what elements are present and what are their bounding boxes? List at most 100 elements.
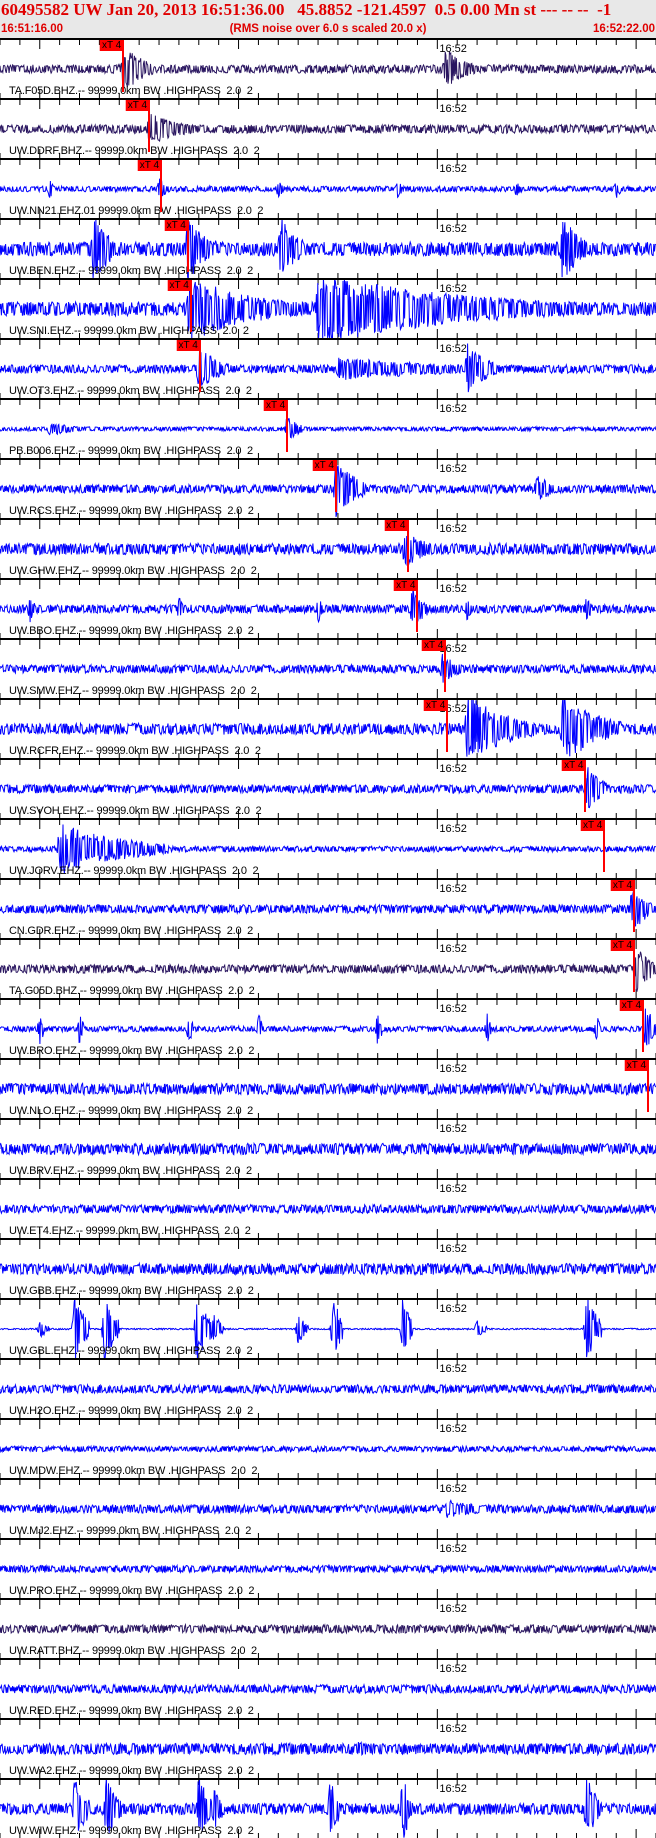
pick-marker[interactable]: xT 4 — [384, 520, 408, 531]
pick-marker[interactable]: xT 4 — [624, 1060, 649, 1071]
time-label: 16:52 — [439, 1363, 467, 1375]
pick-marker[interactable]: xT 4 — [167, 280, 191, 291]
time-label: 16:52 — [439, 583, 467, 595]
waveform-trace — [0, 887, 656, 927]
pick-marker[interactable]: xT 4 — [423, 700, 448, 711]
pick-marker[interactable]: xT 4 — [562, 760, 586, 771]
waveform-trace — [0, 1741, 656, 1757]
station-label: UW.RATT.BHZ.-- 99999.0km BW .HIGHPASS 2.… — [9, 1645, 257, 1657]
trace-panel: 16:52 UW.PRO.EHZ.-- 99999.0km BW .HIGHPAS… — [0, 1538, 656, 1598]
pick-marker[interactable]: xT 4 — [422, 640, 446, 651]
pick-line[interactable] — [603, 820, 606, 872]
pick-line[interactable] — [160, 160, 163, 212]
seismogram-panels: 16:52 TA.F05D.BHZ.-- 99999.0km BW .HIGHPA… — [0, 38, 656, 1838]
trace-panel: 16:52 UW.BEN.EHZ.-- 99999.0km BW .HIGHPAS… — [0, 218, 656, 278]
station-label: UW.H2O.EHZ.-- 99999.0km BW .HIGHPASS 2.0… — [9, 1405, 254, 1417]
pick-line[interactable] — [198, 340, 201, 392]
waveform-trace — [0, 51, 656, 89]
trace-panel: 16:52 UW.GHW.EHZ.-- 99999.0km BW .HIGHPAS… — [0, 518, 656, 578]
header-bar: 60495582 UW Jan 20, 2013 16:51:36.00 45.… — [0, 0, 656, 38]
pick-marker[interactable]: xT 4 — [619, 1000, 644, 1011]
waveform-trace — [0, 653, 656, 683]
time-label: 16:52 — [439, 1423, 467, 1435]
time-label: 16:52 — [439, 43, 467, 55]
pick-marker[interactable]: xT 4 — [610, 940, 635, 951]
time-label: 16:52 — [439, 103, 467, 115]
trace-panel: 16:52 UW.OT3.EHZ.-- 99999.0km BW .HIGHPAS… — [0, 338, 656, 398]
trace-panel: 16:52 UW.NN21.EHZ.01 99999.0km BW .HIGHPA… — [0, 158, 656, 218]
time-label: 16:52 — [439, 1303, 467, 1315]
waveform-trace — [0, 1382, 656, 1395]
trace-panel: 16:52 UW.MDW.EHZ.-- 99999.0km BW .HIGHPAS… — [0, 1418, 656, 1478]
time-label: 16:52 — [439, 823, 467, 835]
pick-marker[interactable]: xT 4 — [176, 340, 200, 351]
pick-line[interactable] — [186, 220, 189, 272]
trace-panel: 16:52 UW.RATT.BHZ.-- 99999.0km BW .HIGHPA… — [0, 1598, 656, 1658]
pick-line[interactable] — [122, 40, 125, 92]
waveform-trace — [0, 1008, 656, 1046]
pick-line[interactable] — [189, 280, 192, 332]
pick-line[interactable] — [633, 940, 636, 992]
pick-line[interactable] — [647, 1060, 650, 1112]
pick-line[interactable] — [642, 1000, 645, 1052]
trace-panel: 16:52 UW.ET4.EHZ.-- 99999.0km BW .HIGHPAS… — [0, 1178, 656, 1238]
station-label: UW.OT3.EHZ.-- 99999.0km BW .HIGHPASS 2.0… — [9, 385, 252, 397]
time-label: 16:52 — [439, 1243, 467, 1255]
station-label: UW.BEN.EHZ.-- 99999.0km BW .HIGHPASS 2.0… — [9, 265, 254, 277]
time-label: 16:52 — [439, 343, 467, 355]
trace-panel: 16:52 UW.GBL.EHZ.-- 99999.0km BW .HIGHPAS… — [0, 1298, 656, 1358]
pick-marker[interactable]: xT 4 — [164, 220, 188, 231]
station-label: UW.BRV.EHZ.-- 99999.0km BW .HIGHPASS 2.0… — [9, 1165, 252, 1177]
trace-panel: 16:52 UW.SNI.EHZ.-- 99999.0km BW .HIGHPAS… — [0, 278, 656, 338]
pick-line[interactable] — [584, 760, 587, 812]
station-label: UW.GBL.EHZ.-- 99999.0km BW .HIGHPASS 2.0… — [9, 1345, 253, 1357]
waveform-trace — [0, 535, 656, 566]
station-label: UW.WA2.EHZ.-- 99999.0km BW .HIGHPASS 2.0… — [9, 1765, 254, 1777]
trace-panel: 16:52 TA.G05D.BHZ.-- 99999.0km BW .HIGHPA… — [0, 938, 656, 998]
time-label: 16:52 — [439, 1543, 467, 1555]
trace-panel: 16:52 UW.RCFR.EHZ.-- 99999.0km BW .HIGHPA… — [0, 698, 656, 758]
station-label: UW.BRO.EHZ.-- 99999.0km BW .HIGHPASS 2.0… — [9, 1045, 255, 1057]
pick-line[interactable] — [148, 100, 151, 152]
time-label: 16:52 — [439, 463, 467, 475]
pick-line[interactable] — [406, 520, 409, 572]
time-label: 16:52 — [439, 283, 467, 295]
station-label: PB.B006.EHZ.-- 99999.0km BW .HIGHPASS 2.… — [9, 445, 253, 457]
trace-panel: 16:52 UW.WIW.EHZ.-- 99999.0km BW .HIGHPAS… — [0, 1778, 656, 1838]
station-label: UW.MDW.EHZ.-- 99999.0km BW .HIGHPASS 2.0… — [9, 1465, 258, 1477]
station-label: UW.DDRF.BHZ.-- 99999.0km BW .HIGHPASS 2.… — [9, 145, 260, 157]
waveform-trace — [0, 1622, 656, 1635]
pick-line[interactable] — [286, 400, 289, 452]
pick-marker[interactable]: xT 4 — [125, 100, 150, 111]
event-title: 60495582 UW Jan 20, 2013 16:51:36.00 45.… — [1, 0, 612, 19]
pick-line[interactable] — [446, 700, 449, 752]
station-label: UW.SVOH.EHZ.-- 99999.0km BW .HIGHPASS 2.… — [9, 805, 262, 817]
pick-marker[interactable]: xT 4 — [394, 580, 418, 591]
trace-panel: 16:52 UW.MJ2.EHZ.-- 99999.0km BW .HIGHPAS… — [0, 1478, 656, 1538]
pick-line[interactable] — [444, 640, 447, 692]
station-label: UW.RCFR.EHZ.-- 99999.0km BW .HIGHPASS 2.… — [9, 745, 261, 757]
waveform-trace — [0, 1682, 656, 1695]
pick-line[interactable] — [334, 460, 337, 512]
time-label: 16:52 — [439, 523, 467, 535]
pick-marker[interactable]: xT 4 — [99, 40, 124, 51]
pick-line[interactable] — [633, 880, 636, 932]
trace-panel: 16:52 UW.RCS.EHZ.-- 99999.0km BW .HIGHPAS… — [0, 458, 656, 518]
pick-marker[interactable]: xT 4 — [263, 400, 288, 411]
pick-marker[interactable]: xT 4 — [312, 460, 336, 471]
pick-marker[interactable]: xT 4 — [137, 160, 162, 171]
time-label: 16:52 — [439, 763, 467, 775]
pick-marker[interactable]: xT 4 — [610, 880, 635, 891]
trace-panel: 16:52 UW.NLO.EHZ.-- 99999.0km BW .HIGHPAS… — [0, 1058, 656, 1118]
station-label: TA.G05D.BHZ.-- 99999.0km BW .HIGHPASS 2.… — [9, 985, 255, 997]
waveform-trace — [0, 767, 656, 809]
time-label: 16:52 — [439, 1723, 467, 1735]
pick-marker[interactable]: xT 4 — [581, 820, 605, 831]
waveform-trace — [0, 586, 656, 624]
time-label: 16:52 — [439, 1183, 467, 1195]
waveform-trace — [0, 114, 656, 143]
rms-noise-note: (RMS noise over 6.0 s scaled 20.0 x) — [229, 23, 427, 35]
waveform-trace — [0, 415, 656, 439]
station-label: UW.PRO.EHZ.-- 99999.0km BW .HIGHPASS 2.0… — [9, 1585, 255, 1597]
pick-line[interactable] — [416, 580, 419, 632]
